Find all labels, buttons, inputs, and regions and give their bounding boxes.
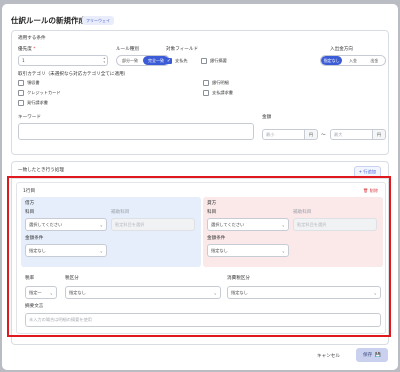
amount-max-input[interactable]: 最大: [330, 129, 373, 140]
rule-create-dialog: 仕訳ルールの新規作成 フリーウェイ 適用する条件 優先度 * 1 ▴ ▾ ルール種…: [2, 4, 398, 370]
checkbox-icon[interactable]: [201, 58, 207, 64]
cancel-button[interactable]: キャンセル: [317, 353, 340, 359]
amount-range-separator: 〜: [321, 133, 326, 138]
target-field-label: 対象フィールド: [166, 47, 199, 52]
amount-min-unit: 円: [304, 129, 318, 140]
plan-badge: フリーウェイ: [82, 16, 114, 25]
category-issued-invoice[interactable]: 発行請求書: [18, 100, 48, 106]
checkbox-icon[interactable]: [203, 80, 209, 86]
stepper-icon[interactable]: ▴ ▾: [103, 56, 105, 64]
category-credit-card[interactable]: クレジットカード: [18, 90, 61, 96]
highlight-box: [7, 176, 391, 337]
category-bank-statement[interactable]: 銀行明細: [203, 80, 229, 86]
direction-none[interactable]: 指定なし: [321, 56, 343, 65]
direction-out[interactable]: 出金: [364, 56, 385, 65]
checkbox-icon[interactable]: [18, 100, 24, 106]
actions-section-label: 一致したとき行う処理: [18, 168, 64, 173]
direction-label: 入出金方向: [330, 47, 353, 52]
amount-max-unit: 円: [372, 129, 386, 140]
checkbox-icon[interactable]: [18, 80, 24, 86]
rule-type-label: ルール種別: [116, 47, 139, 52]
rule-type-toggle[interactable]: 部分一致 完全一致: [116, 55, 170, 66]
checkbox-icon[interactable]: [18, 90, 24, 96]
save-button[interactable]: 保存 💾: [356, 348, 388, 362]
category-receipt[interactable]: 領収書: [18, 80, 40, 86]
direction-in[interactable]: 入金: [342, 56, 363, 65]
conditions-section-label: 適用する条件: [18, 36, 46, 41]
checkbox-checked-icon[interactable]: ✓: [166, 58, 172, 64]
priority-input[interactable]: 1 ▴ ▾: [18, 55, 108, 66]
keyword-input[interactable]: [18, 123, 254, 140]
checkbox-icon[interactable]: [203, 90, 209, 96]
category-payment-invoice[interactable]: 支払請求書: [203, 90, 233, 96]
direction-toggle[interactable]: 指定なし 入金 出金: [320, 55, 386, 66]
rule-type-partial[interactable]: 部分一致: [117, 56, 143, 65]
categories-label: 取引カテゴリ（未選択なら対応カテゴリ全てに適用）: [18, 72, 129, 77]
amount-label: 金額: [262, 115, 272, 120]
target-field-bank-memo[interactable]: 銀行摘要: [201, 58, 227, 64]
target-field-payee[interactable]: ✓ 支払先: [166, 58, 188, 64]
keyword-label: キーワード: [18, 115, 41, 120]
priority-label: 優先度 *: [18, 47, 36, 52]
save-icon: 💾: [375, 352, 381, 358]
amount-min-input[interactable]: 最小: [262, 129, 305, 140]
conditions-card: 適用する条件 優先度 * 1 ▴ ▾ ルール種別 部分一致 完全一致 対象フィール…: [11, 30, 389, 155]
dialog-title: 仕訳ルールの新規作成: [11, 16, 86, 25]
